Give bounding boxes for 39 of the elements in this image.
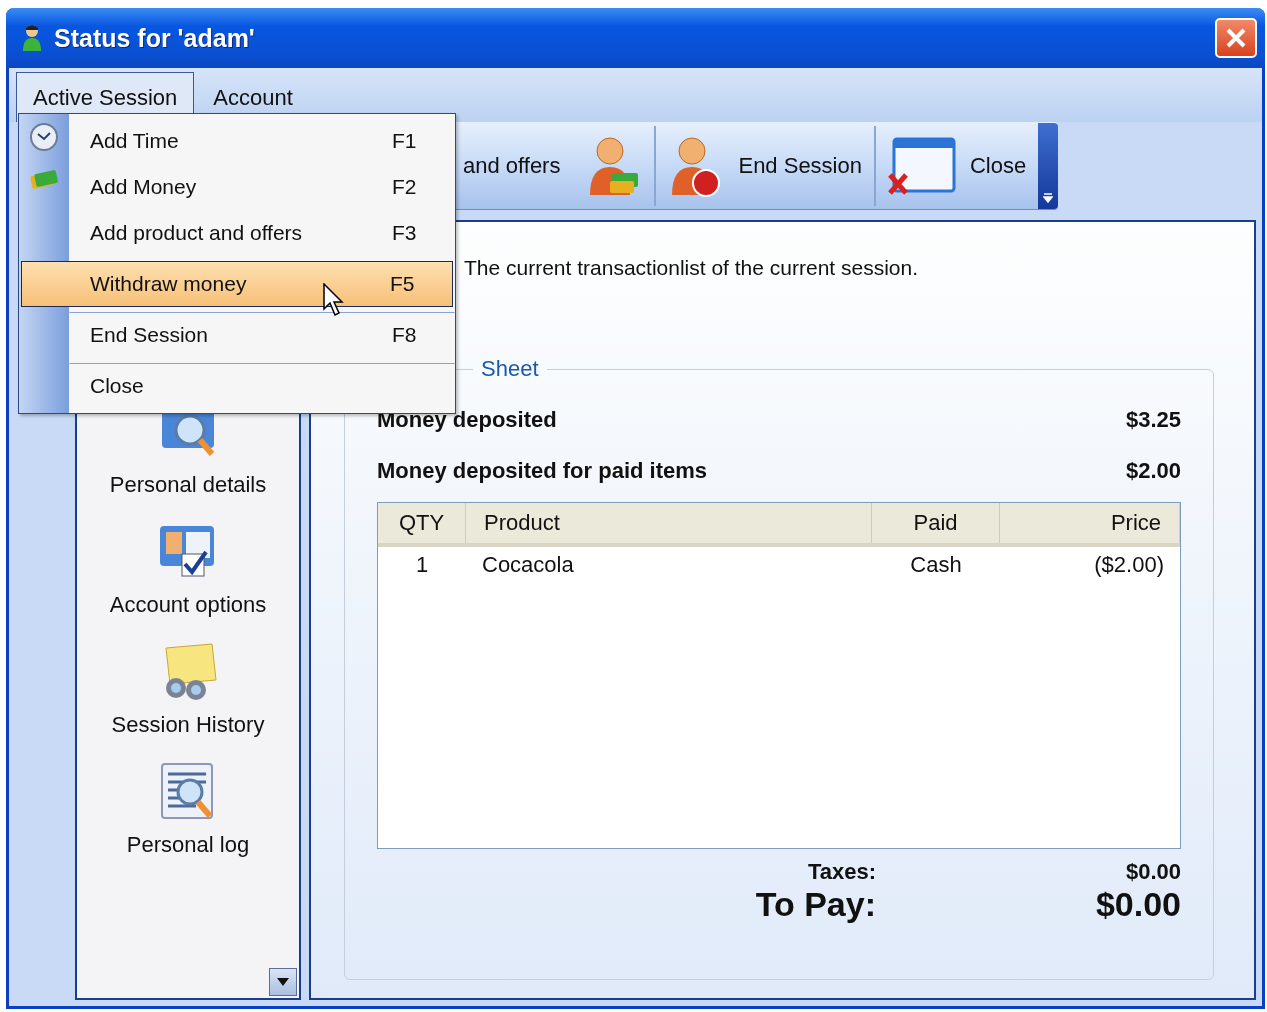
menu-entry[interactable]: Close (69, 363, 455, 409)
table-cell-text: ($2.00) (1093, 551, 1165, 579)
cursor-icon (323, 283, 345, 317)
menu-entry[interactable]: End Session F8 (69, 312, 455, 358)
sidebar-item[interactable]: Account options (109, 520, 267, 640)
toolbar-button[interactable]: Close (874, 125, 1039, 206)
down-arrow-icon (277, 978, 289, 986)
sidebar-item[interactable]: Session History (111, 640, 265, 760)
taxes-value: $0.00 (1125, 859, 1181, 885)
description-text: The current transactionlist of the current session. (464, 256, 919, 280)
column-header[interactable]: Product (466, 503, 872, 543)
menu-entry[interactable]: Add product and offers F3 (69, 210, 455, 256)
close-button[interactable] (1215, 18, 1257, 58)
toolbar-button[interactable]: End Session (654, 125, 874, 206)
table-cell-text: Cash (909, 551, 963, 579)
summary-value: $3.25 (1125, 406, 1181, 433)
table-cell-text: 1 (414, 551, 430, 579)
taxes-label: Taxes: (807, 859, 876, 885)
window-title: Status for 'adam' (54, 23, 256, 53)
sidebar-item[interactable]: Personal log (126, 760, 250, 880)
summary-value: $2.00 (1125, 457, 1181, 484)
close-icon (1225, 27, 1247, 49)
window-close-icon (888, 136, 956, 195)
column-header[interactable]: Paid (872, 503, 1000, 543)
group-title: Sheet (480, 356, 540, 382)
menu-entry[interactable]: Withdraw money F5 (21, 261, 453, 307)
toolbar-overflow-button[interactable] (1038, 122, 1059, 209)
table-cell-text: Cocacola (481, 551, 575, 579)
chevron-icon (1043, 192, 1054, 203)
summary-label: Money deposited (377, 406, 557, 433)
person-icon (22, 24, 42, 52)
scroll-down-button[interactable] (269, 968, 297, 996)
summary-label: Money deposited for paid items (377, 457, 708, 484)
to-pay-value: $0.00 (1095, 885, 1181, 924)
column-header[interactable]: Price (1000, 503, 1180, 543)
money-icon (29, 168, 59, 192)
clock-icon (29, 122, 59, 152)
to-pay-label: To Pay: (755, 885, 876, 924)
column-header[interactable]: QTY (378, 503, 466, 543)
